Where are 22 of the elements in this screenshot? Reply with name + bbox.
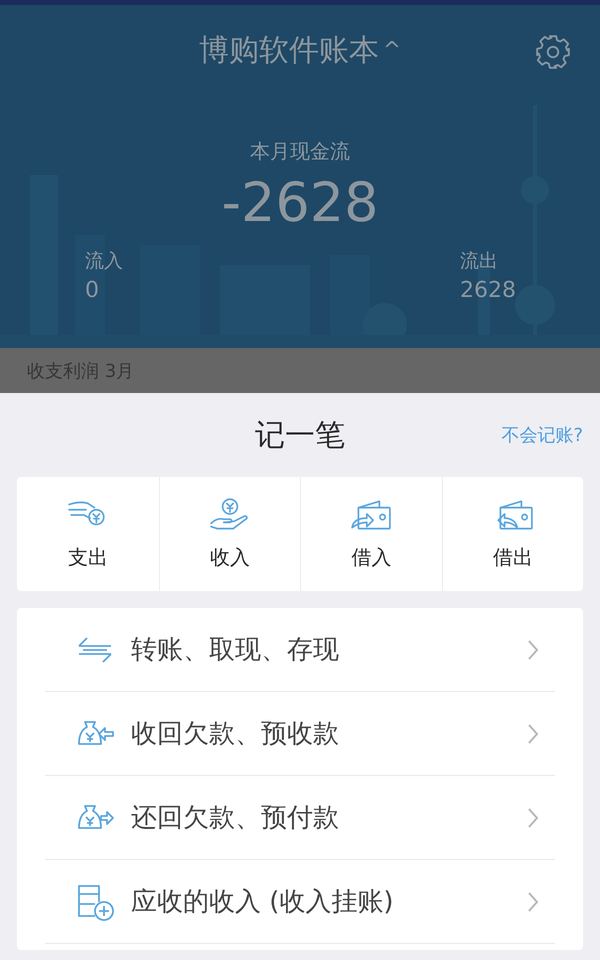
- outflow-value: 2628: [460, 278, 517, 303]
- menu-item[interactable]: 转账、取现、存现: [45, 608, 555, 692]
- quick-action-button[interactable]: 收入: [158, 477, 300, 591]
- quick-action-button[interactable]: 借出: [442, 477, 583, 591]
- sheet-title: 记一笔: [255, 416, 345, 454]
- inflow-label: 流入: [85, 249, 124, 274]
- chevron-right-icon: [527, 806, 539, 828]
- chevron-right-icon: [527, 890, 539, 912]
- menu-item[interactable]: 还回欠款、预付款: [45, 776, 555, 860]
- settings-icon[interactable]: [534, 33, 572, 71]
- coin-hand-icon: [208, 498, 251, 532]
- quick-action-button[interactable]: 借入: [300, 477, 442, 591]
- cash-flow-value: -2628: [222, 171, 378, 234]
- cash-flow-label: 本月现金流: [250, 138, 350, 165]
- wallet-arrow-icon: [350, 498, 392, 532]
- outflow-label: 流出: [460, 249, 499, 274]
- chevron-right-icon: [527, 722, 539, 744]
- chevron-right-icon: [527, 638, 539, 660]
- menu-item[interactable]: 应收的收入 (收入挂账): [45, 860, 555, 944]
- quick-action-button[interactable]: 支出: [17, 477, 158, 591]
- menu-item[interactable]: 收回欠款、预收款: [45, 692, 555, 776]
- inflow-value: 0: [85, 278, 100, 303]
